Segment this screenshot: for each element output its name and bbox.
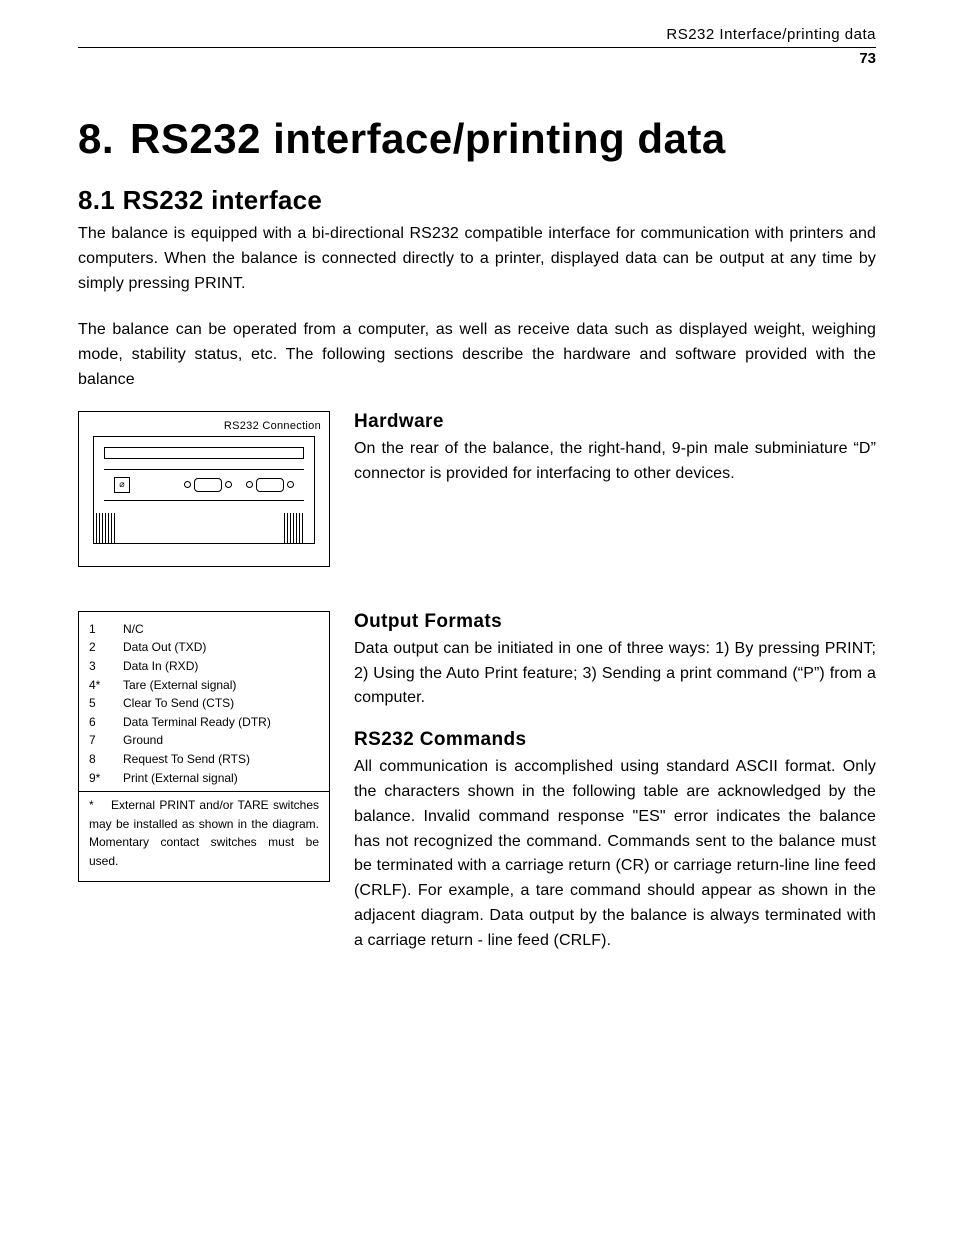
- diagram-column: RS232 Connection ⌀: [78, 411, 330, 567]
- section-number: 8.1: [78, 185, 115, 215]
- intro-paragraph-2: The balance can be operated from a compu…: [78, 318, 876, 392]
- pin-number: 6: [89, 713, 111, 732]
- device-outline-icon: ⌀: [93, 436, 315, 544]
- pin-label: Data Terminal Ready (DTR): [123, 713, 271, 732]
- pinout-row: 8 Request To Send (RTS): [89, 750, 319, 769]
- hardware-heading: Hardware: [354, 411, 876, 433]
- pinout-row: 4* Tare (External signal): [89, 676, 319, 695]
- spacer: [78, 567, 876, 611]
- port-row-icon: ⌀: [104, 469, 304, 501]
- screw-icon: [225, 481, 232, 488]
- chapter-text: RS232 interface/printing data: [130, 115, 726, 162]
- screw-icon: [287, 481, 294, 488]
- rs232-commands-body: All communication is accomplished using …: [354, 755, 876, 953]
- pinout-table: 1 N/C 2 Data Out (TXD) 3 Data In (RXD) 4* Tare …: [78, 611, 330, 882]
- page-number: 73: [78, 50, 876, 67]
- pin-number: 8: [89, 750, 111, 769]
- pin-number: 7: [89, 731, 111, 750]
- pin-number: 9*: [89, 769, 111, 788]
- rs232-commands-heading: RS232 Commands: [354, 729, 876, 751]
- pin-label: Data In (RXD): [123, 657, 198, 676]
- output-formats-heading: Output Formats: [354, 611, 876, 633]
- screw-icon: [246, 481, 253, 488]
- pinout-row: 5 Clear To Send (CTS): [89, 694, 319, 713]
- connection-diagram: RS232 Connection ⌀: [78, 411, 330, 567]
- pin-label: Tare (External signal): [123, 676, 236, 695]
- pin-number: 1: [89, 620, 111, 639]
- hardware-body: On the rear of the balance, the right-ha…: [354, 437, 876, 487]
- pin-number: 4*: [89, 676, 111, 695]
- pin-label: Clear To Send (CTS): [123, 694, 234, 713]
- panel-icon: [104, 447, 304, 459]
- pinout-column: 1 N/C 2 Data Out (TXD) 3 Data In (RXD) 4* Tare …: [78, 611, 330, 882]
- pin-number: 3: [89, 657, 111, 676]
- output-formats-body: Data output can be initiated in one of t…: [354, 637, 876, 711]
- vent-left-icon: [96, 513, 124, 543]
- vent-right-icon: [284, 513, 312, 543]
- formats-text-column: Output Formats Data output can be initia…: [354, 611, 876, 972]
- screw-icon: [184, 481, 191, 488]
- pinout-note: *External PRINT and/or TARE switches may…: [89, 796, 319, 870]
- pin-label: Data Out (TXD): [123, 638, 206, 657]
- chapter-title: 8. RS232 interface/printing data: [78, 115, 876, 163]
- note-star: *: [89, 796, 111, 815]
- note-text: External PRINT and/or TARE switches may …: [89, 798, 319, 868]
- pinout-row: 6 Data Terminal Ready (DTR): [89, 713, 319, 732]
- divider: [79, 791, 329, 792]
- pin-label: Print (External signal): [123, 769, 238, 788]
- pin-number: 2: [89, 638, 111, 657]
- pinout-row: 3 Data In (RXD): [89, 657, 319, 676]
- pin-label: Request To Send (RTS): [123, 750, 250, 769]
- power-icon: ⌀: [114, 477, 130, 493]
- hardware-row: RS232 Connection ⌀: [78, 411, 876, 567]
- dconnector-icon: [194, 478, 222, 492]
- document-page: RS232 Interface/printing data 73 8.RS232…: [0, 0, 954, 1235]
- chapter-number: 8.: [78, 115, 114, 162]
- pinout-row: 7 Ground: [89, 731, 319, 750]
- running-header: RS232 Interface/printing data: [78, 26, 876, 48]
- dconnector-icon: [256, 478, 284, 492]
- section-title: 8.1 RS232 interface: [78, 185, 876, 216]
- pinout-row: 9* Print (External signal): [89, 769, 319, 788]
- pinout-row: 2 Data Out (TXD): [89, 638, 319, 657]
- diagram-label: RS232 Connection: [87, 420, 321, 432]
- db9-port-right-icon: [246, 478, 294, 492]
- intro-paragraph-1: The balance is equipped with a bi-direct…: [78, 222, 876, 296]
- pin-label: N/C: [123, 620, 144, 639]
- db9-port-left-icon: [184, 478, 232, 492]
- pin-label: Ground: [123, 731, 163, 750]
- hardware-text-column: Hardware On the rear of the balance, the…: [354, 411, 876, 505]
- section-text: RS232 interface: [123, 185, 323, 215]
- pin-number: 5: [89, 694, 111, 713]
- formats-row: 1 N/C 2 Data Out (TXD) 3 Data In (RXD) 4* Tare …: [78, 611, 876, 972]
- pinout-row: 1 N/C: [89, 620, 319, 639]
